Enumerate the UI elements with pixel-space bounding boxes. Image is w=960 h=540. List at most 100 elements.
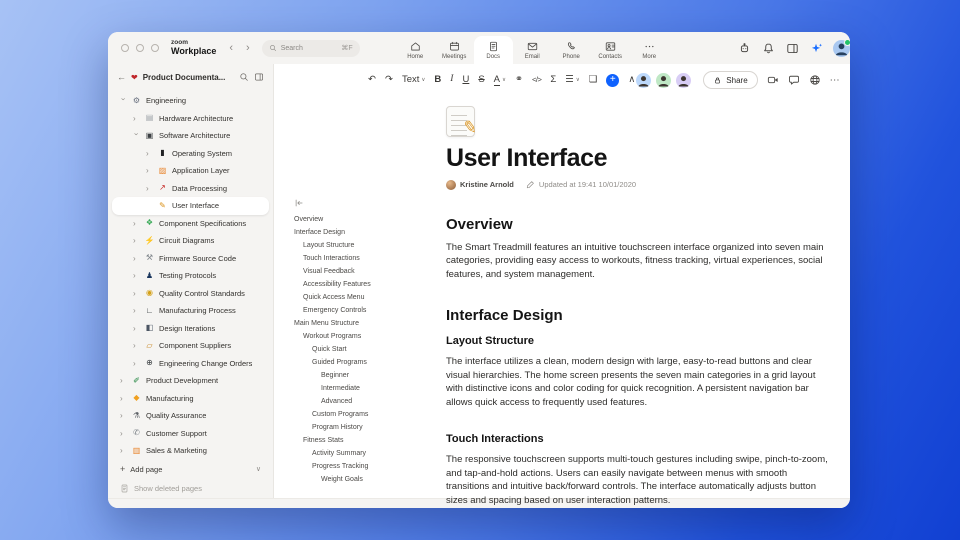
- doc-paragraph[interactable]: The interface utilizes a clean, modern d…: [446, 355, 828, 409]
- global-search-input[interactable]: Search ⌘F: [261, 39, 360, 57]
- doc-heading[interactable]: Overview: [446, 216, 828, 233]
- tree-chevron-icon[interactable]: ›: [133, 341, 140, 350]
- memo-page-emoji[interactable]: ✎: [446, 106, 478, 138]
- ai-companion-sparkle-icon[interactable]: [810, 42, 823, 55]
- tree-chevron-icon[interactable]: ›: [133, 219, 140, 228]
- tab-contacts[interactable]: Contacts: [591, 36, 630, 64]
- outline-item[interactable]: Weight Goals: [292, 473, 440, 486]
- sidebar-item[interactable]: › ✐ Product Development: [112, 372, 269, 390]
- tree-chevron-icon[interactable]: ›: [132, 133, 141, 140]
- more-options-icon[interactable]: ⋯: [830, 75, 841, 86]
- doc-paragraph[interactable]: The responsive touchscreen supports mult…: [446, 453, 828, 507]
- assistant-icon[interactable]: [738, 42, 751, 55]
- outline-item[interactable]: Guided Programs: [292, 356, 440, 369]
- tab-more[interactable]: More: [630, 36, 669, 64]
- tab-email[interactable]: Email: [513, 36, 552, 64]
- outline-item[interactable]: Emergency Controls: [292, 304, 440, 317]
- outline-item[interactable]: Overview: [292, 213, 440, 226]
- sidebar-item[interactable]: › ✆ Customer Support: [112, 425, 269, 443]
- undo-icon[interactable]: ↶: [368, 75, 376, 85]
- doc-title[interactable]: User Interface: [446, 144, 828, 173]
- sidebar-item[interactable]: › ⚡ Circuit Diagrams: [112, 232, 269, 250]
- outline-item[interactable]: Workout Programs: [292, 330, 440, 343]
- tree-chevron-icon[interactable]: ›: [133, 359, 140, 368]
- tab-meetings[interactable]: Meetings: [435, 36, 474, 64]
- tree-chevron-icon[interactable]: ›: [120, 429, 127, 438]
- outline-item[interactable]: Beginner: [292, 369, 440, 382]
- redo-icon[interactable]: ↷: [385, 75, 393, 85]
- show-deleted-pages-button[interactable]: Show deleted pages: [108, 478, 273, 498]
- outline-item[interactable]: Interface Design: [292, 226, 440, 239]
- nav-forward-icon[interactable]: ›: [246, 42, 250, 54]
- doc-paragraph[interactable]: The Smart Treadmill features an intuitiv…: [446, 241, 828, 282]
- sidebar-search-icon[interactable]: [239, 72, 249, 82]
- tab-home[interactable]: Home: [396, 36, 435, 64]
- doc-heading[interactable]: Touch Interactions: [446, 433, 828, 445]
- outline-item[interactable]: Activity Summary: [292, 447, 440, 460]
- tab-docs[interactable]: Docs: [473, 36, 513, 64]
- sidebar-item[interactable]: › ⊕ Engineering Change Orders: [112, 355, 269, 373]
- outline-item[interactable]: Touch Interactions: [292, 252, 440, 265]
- sidebar-item[interactable]: › ∟ Manufacturing Process: [112, 302, 269, 320]
- add-page-chevron-icon[interactable]: ∨: [256, 465, 261, 473]
- sidebar-item[interactable]: › ⚙ Engineering: [112, 92, 269, 110]
- outline-item[interactable]: Intermediate: [292, 382, 440, 395]
- sidebar-item[interactable]: › ▣ Software Architecture: [112, 127, 269, 145]
- outline-item[interactable]: Quick Access Menu: [292, 291, 440, 304]
- sidebar-item[interactable]: › ▮ Operating System: [112, 145, 269, 163]
- tree-chevron-icon[interactable]: ›: [133, 306, 140, 315]
- tree-chevron-icon[interactable]: ›: [146, 184, 153, 193]
- sidebar-item[interactable]: › ◉ Quality Control Standards: [112, 285, 269, 303]
- tree-chevron-icon[interactable]: ›: [133, 236, 140, 245]
- tree-chevron-icon[interactable]: ›: [133, 324, 140, 333]
- notifications-bell-icon[interactable]: [762, 42, 775, 55]
- tree-chevron-icon[interactable]: ›: [133, 271, 140, 280]
- sidebar-item[interactable]: › ◆ Manufacturing: [112, 390, 269, 408]
- outline-item[interactable]: Advanced: [292, 395, 440, 408]
- sidebar-item[interactable]: › ⚗ Quality Assurance: [112, 407, 269, 425]
- tree-chevron-icon[interactable]: ›: [119, 98, 128, 105]
- tree-chevron-icon[interactable]: ›: [133, 289, 140, 298]
- sidebar-item[interactable]: › ▥ Sales & Marketing: [112, 442, 269, 460]
- outline-item[interactable]: Visual Feedback: [292, 265, 440, 278]
- tree-chevron-icon[interactable]: ›: [146, 149, 153, 158]
- close-window-button[interactable]: [121, 44, 129, 52]
- tree-chevron-icon[interactable]: ›: [120, 376, 127, 385]
- sidebar-item[interactable]: › ❖ Component Specifications: [112, 215, 269, 233]
- tab-phone[interactable]: Phone: [552, 36, 591, 64]
- tree-chevron-icon[interactable]: ›: [120, 394, 127, 403]
- back-arrow-icon[interactable]: ←: [117, 72, 126, 82]
- tree-chevron-icon[interactable]: ›: [133, 114, 140, 123]
- maximize-window-button[interactable]: [151, 44, 159, 52]
- sidebar-item[interactable]: › ♟ Testing Protocols: [112, 267, 269, 285]
- sidebar-item[interactable]: › ▤ Hardware Architecture: [112, 110, 269, 128]
- collapse-outline-icon[interactable]: [294, 198, 304, 208]
- sidebar-item[interactable]: › ◧ Design Iterations: [112, 320, 269, 338]
- user-avatar[interactable]: [833, 38, 850, 57]
- tree-chevron-icon[interactable]: ›: [146, 166, 153, 175]
- outline-item[interactable]: Custom Programs: [292, 408, 440, 421]
- doc-heading[interactable]: Layout Structure: [446, 335, 828, 347]
- text-style-select[interactable]: Text ∨: [402, 75, 425, 85]
- nav-back-icon[interactable]: ‹: [229, 42, 233, 54]
- tree-chevron-icon[interactable]: ›: [120, 411, 127, 420]
- bold-icon[interactable]: B: [434, 75, 441, 85]
- tree-chevron-icon[interactable]: ›: [133, 254, 140, 263]
- add-page-button[interactable]: + Add page ∨: [108, 460, 273, 478]
- sidebar-item[interactable]: › ▨ Application Layer: [112, 162, 269, 180]
- sidebar-panel-icon[interactable]: [254, 72, 264, 82]
- sidebar-item[interactable]: › ⚒ Firmware Source Code: [112, 250, 269, 268]
- sidebar-item[interactable]: › ↗ Data Processing: [112, 180, 269, 198]
- side-panel-icon[interactable]: [786, 42, 799, 55]
- minimize-window-button[interactable]: [136, 44, 144, 52]
- outline-item[interactable]: Accessibility Features: [292, 278, 440, 291]
- sidebar-item[interactable]: ✎ User Interface: [112, 197, 269, 215]
- doc-heading[interactable]: Interface Design: [446, 307, 828, 324]
- outline-item[interactable]: Main Menu Structure: [292, 317, 440, 330]
- outline-item[interactable]: Progress Tracking: [292, 460, 440, 473]
- outline-item[interactable]: Layout Structure: [292, 239, 440, 252]
- tree-chevron-icon[interactable]: ›: [120, 446, 127, 455]
- outline-item[interactable]: Quick Start: [292, 343, 440, 356]
- sidebar-item[interactable]: › ▱ Component Suppliers: [112, 337, 269, 355]
- outline-item[interactable]: Program History: [292, 421, 440, 434]
